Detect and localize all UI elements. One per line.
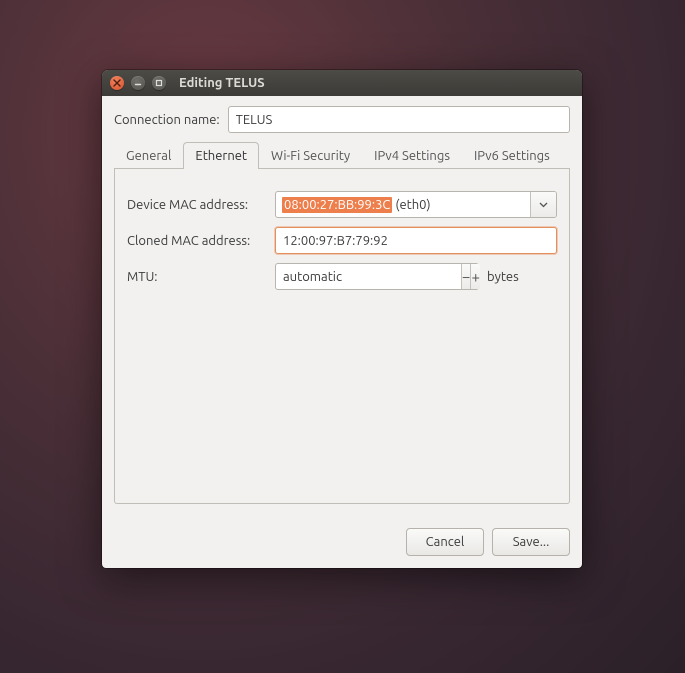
tab-bar: General Ethernet Wi-Fi Security IPv4 Set… (114, 141, 570, 169)
connection-name-label: Connection name: (114, 113, 220, 127)
mtu-unit: bytes (487, 270, 519, 284)
tab-general[interactable]: General (114, 142, 183, 169)
cancel-button[interactable]: Cancel (406, 528, 484, 556)
connection-name-input[interactable] (228, 106, 570, 133)
window-title: Editing TELUS (179, 76, 265, 90)
tab-ipv4-settings[interactable]: IPv4 Settings (362, 142, 462, 169)
mtu-spinbox[interactable]: − + (275, 263, 479, 290)
dialog-window: Editing TELUS Connection name: General E… (102, 70, 582, 568)
device-mac-combo[interactable]: 08:00:27:BB:99:3C (eth0) (275, 191, 557, 218)
mtu-value[interactable] (276, 264, 461, 289)
device-mac-value: 08:00:27:BB:99:3C (282, 197, 392, 213)
tab-ipv6-settings[interactable]: IPv6 Settings (462, 142, 562, 169)
cloned-mac-label: Cloned MAC address: (127, 234, 275, 248)
mtu-label: MTU: (127, 270, 275, 284)
titlebar: Editing TELUS (102, 70, 582, 96)
content-area: Connection name: General Ethernet Wi-Fi … (102, 96, 582, 516)
minimize-icon[interactable] (131, 76, 145, 90)
ethernet-panel: Device MAC address: 08:00:27:BB:99:3C (e… (114, 169, 570, 504)
save-button[interactable]: Save... (492, 528, 570, 556)
tab-wifi-security[interactable]: Wi-Fi Security (259, 142, 362, 169)
close-icon[interactable] (110, 76, 124, 90)
dialog-footer: Cancel Save... (102, 516, 582, 568)
mtu-decrement[interactable]: − (461, 264, 470, 289)
cloned-mac-input[interactable] (275, 227, 557, 254)
chevron-down-icon[interactable] (530, 192, 556, 217)
maximize-icon[interactable] (152, 76, 166, 90)
device-mac-iface: (eth0) (395, 198, 430, 212)
mtu-increment[interactable]: + (470, 264, 479, 289)
tab-ethernet[interactable]: Ethernet (183, 142, 259, 169)
device-mac-label: Device MAC address: (127, 198, 275, 212)
